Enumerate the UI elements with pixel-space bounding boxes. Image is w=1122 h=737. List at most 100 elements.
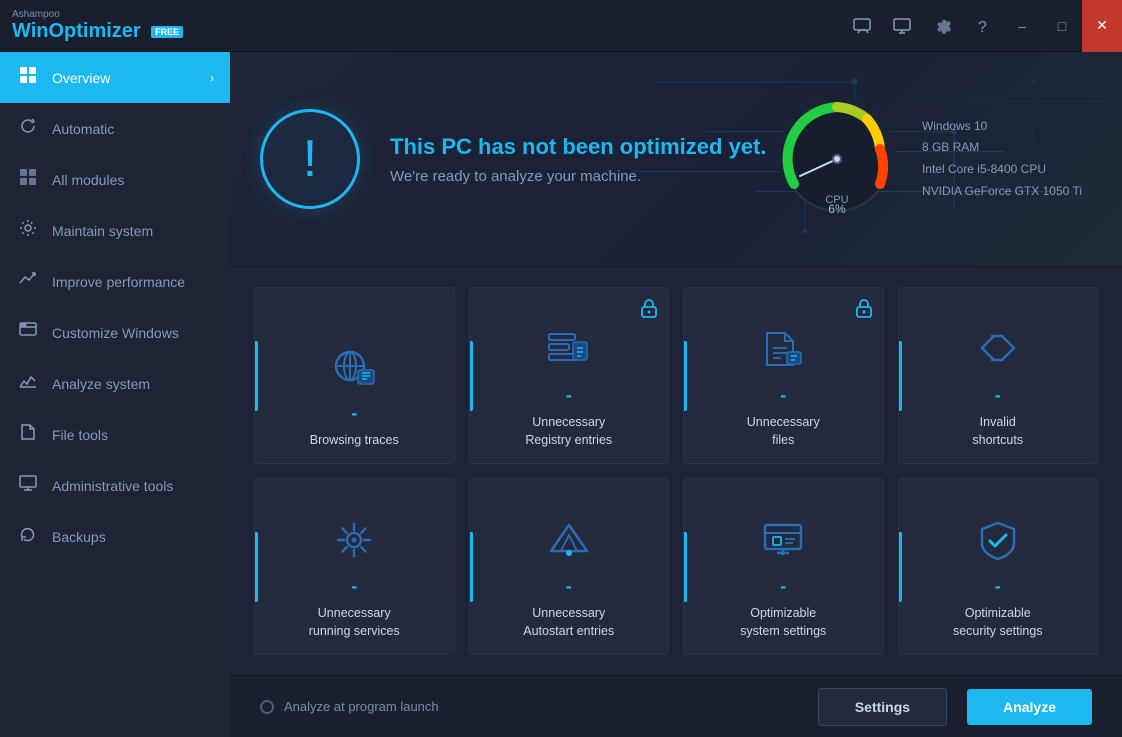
module-invalid-shortcuts[interactable]: - Invalidshortcuts [898,287,1099,464]
cpu-spec-cpu: Intel Core i5-8400 CPU [922,159,1082,181]
autostart-dash: - [566,576,572,597]
app-logo: Ashampoo WinOptimizer FREE [12,10,183,42]
sidebar-item-maintain-system[interactable]: Maintain system [0,205,230,256]
files-icon [759,328,807,379]
sidebar-label-overview: Overview [52,70,198,86]
hero-subtitle: We're ready to analyze your machine. [390,168,767,185]
system-settings-label: Optimizablesystem settings [740,605,826,640]
hero-text: This PC has not been optimized yet. We'r… [390,134,767,185]
system-settings-dash: - [780,576,786,597]
registry-lock-icon [640,298,658,323]
cpu-spec-ram: 8 GB RAM [922,137,1082,159]
settings-button[interactable]: Settings [818,688,947,726]
sidebar-item-all-modules[interactable]: All modules [0,154,230,205]
module-unnecessary-autostart[interactable]: - UnnecessaryAutostart entries [469,478,670,655]
sidebar-label-file-tools: File tools [52,427,214,443]
sidebar: Overview › Automatic All modules Maintai… [0,52,230,737]
shortcuts-icon [974,328,1022,379]
admin-icon [16,473,40,498]
sidebar-item-backups[interactable]: Backups [0,511,230,562]
cpu-percent: 6% [828,202,845,216]
module-unnecessary-services[interactable]: - Unnecessaryrunning services [254,478,455,655]
analyze-icon [16,371,40,396]
sidebar-label-backups: Backups [52,529,214,545]
cpu-spec-gpu: NVIDIA GeForce GTX 1050 Ti [922,181,1082,203]
gauge-container: CPU 6% [772,94,902,224]
all-modules-icon [16,167,40,192]
close-button[interactable]: ✕ [1082,0,1122,52]
performance-icon [16,269,40,294]
automatic-icon [16,116,40,141]
services-dash: - [351,576,357,597]
security-settings-label: Optimizablesecurity settings [953,605,1043,640]
maintain-icon [16,218,40,243]
browsing-traces-icon [330,346,378,397]
registry-icon [545,328,593,379]
sidebar-label-automatic: Automatic [52,121,214,137]
monitor-icon-btn[interactable] [882,0,922,52]
cpu-spec-os: Windows 10 [922,116,1082,138]
cpu-info: Windows 10 8 GB RAM Intel Core i5-8400 C… [922,116,1082,202]
sidebar-label-all-modules: All modules [52,172,214,188]
shortcuts-label: Invalidshortcuts [972,414,1023,449]
security-settings-dash: - [995,576,1001,597]
hero-section: ! This PC has not been optimized yet. We… [230,52,1122,267]
chat-icon-btn[interactable] [842,0,882,52]
svg-text:?: ? [978,19,987,36]
cpu-gauge-section: CPU 6% Windows 10 8 GB RAM Intel Core i5… [772,94,1082,224]
exclamation-icon: ! [303,133,317,185]
autostart-icon [545,519,593,570]
analyze-at-launch-option: Analyze at program launch [260,699,798,714]
module-unnecessary-files[interactable]: - Unnecessaryfiles [683,287,884,464]
analyze-launch-checkbox[interactable] [260,700,274,714]
module-unnecessary-registry[interactable]: - UnnecessaryRegistry entries [469,287,670,464]
overview-icon [16,65,40,90]
minimize-button[interactable]: – [1002,0,1042,52]
file-tools-icon [16,422,40,447]
sidebar-label-customize: Customize Windows [52,325,214,341]
maximize-button[interactable]: □ [1042,0,1082,52]
sidebar-item-administrative-tools[interactable]: Administrative tools [0,460,230,511]
modules-row-1: - Browsing traces - UnnecessaryRegistry … [254,287,1098,464]
module-optimizable-security[interactable]: - Optimizablesecurity settings [898,478,1099,655]
titlebar-controls: ? – □ ✕ [842,0,1122,52]
services-label: Unnecessaryrunning services [309,605,400,640]
sidebar-item-improve-performance[interactable]: Improve performance [0,256,230,307]
analyze-button[interactable]: Analyze [967,689,1092,725]
sidebar-item-customize-windows[interactable]: Customize Windows [0,307,230,358]
customize-icon [16,320,40,345]
module-optimizable-system[interactable]: - Optimizablesystem settings [683,478,884,655]
sidebar-item-analyze-system[interactable]: Analyze system [0,358,230,409]
settings-icon-btn[interactable] [922,0,962,52]
shortcuts-dash: - [995,385,1001,406]
files-lock-icon [855,298,873,323]
security-settings-icon [974,519,1022,570]
alert-circle: ! [260,109,360,209]
brand-label: Ashampoo [12,10,183,20]
analyze-launch-label: Analyze at program launch [284,699,439,714]
modules-row-2: - Unnecessaryrunning services - Unnecess… [254,478,1098,655]
browsing-traces-label: Browsing traces [310,432,399,450]
modules-area: - Browsing traces - UnnecessaryRegistry … [230,267,1122,675]
sidebar-item-file-tools[interactable]: File tools [0,409,230,460]
free-badge: FREE [151,26,183,38]
sidebar-label-analyze: Analyze system [52,376,214,392]
chevron-right-icon: › [210,71,214,85]
services-icon [330,519,378,570]
main-content: ! This PC has not been optimized yet. We… [230,52,1122,737]
titlebar: Ashampoo WinOptimizer FREE ? – □ ✕ [0,0,1122,52]
sidebar-item-overview[interactable]: Overview › [0,52,230,103]
registry-label: UnnecessaryRegistry entries [525,414,612,449]
sidebar-label-admin: Administrative tools [52,478,214,494]
registry-dash: - [566,385,572,406]
hero-title: This PC has not been optimized yet. [390,134,767,160]
files-label: Unnecessaryfiles [747,414,820,449]
sidebar-item-automatic[interactable]: Automatic [0,103,230,154]
sidebar-label-improve: Improve performance [52,274,214,290]
browsing-traces-dash: - [351,403,357,424]
backups-icon [16,524,40,549]
system-settings-icon [759,519,807,570]
bottom-bar: Analyze at program launch Settings Analy… [230,675,1122,737]
help-icon-btn[interactable]: ? [962,0,1002,52]
module-browsing-traces[interactable]: - Browsing traces [254,287,455,464]
